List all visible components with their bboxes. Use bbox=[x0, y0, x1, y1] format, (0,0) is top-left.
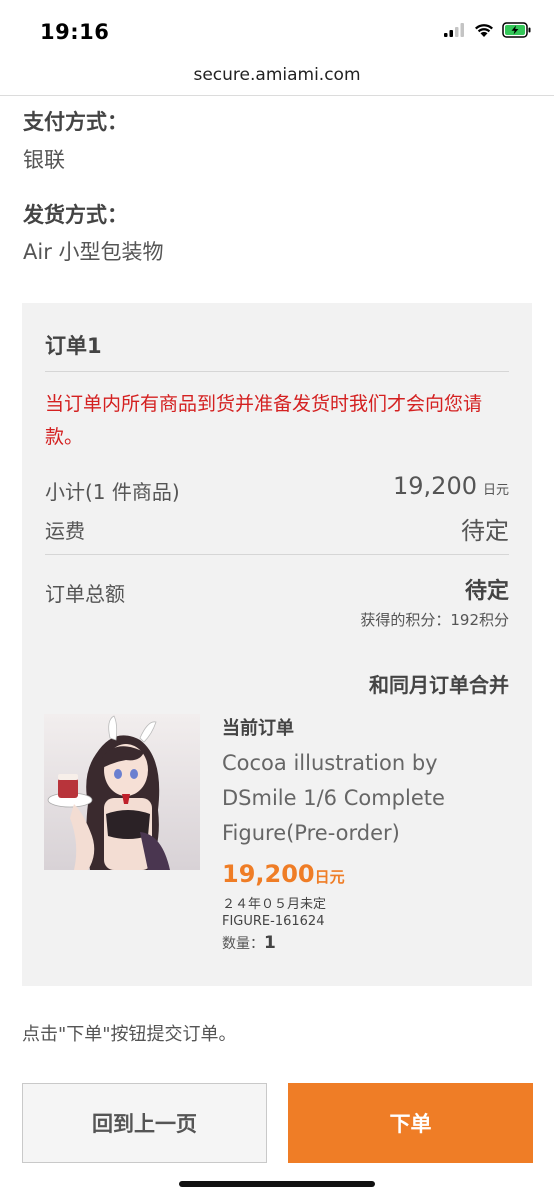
quantity: 数量：1 bbox=[222, 933, 276, 953]
order-summary-box: 订单1 当订单内所有商品到货并准备发货时我们才会向您请款。 小计(1 件商品) … bbox=[22, 303, 532, 986]
divider bbox=[45, 554, 509, 555]
order-total-value: 待定 bbox=[464, 579, 509, 604]
signal-icon bbox=[444, 23, 464, 37]
wifi-icon bbox=[475, 23, 493, 37]
merge-same-month-label: 和同月订单合并 bbox=[369, 673, 509, 697]
shipping-fee-value: 待定 bbox=[461, 517, 509, 545]
release-date: ２４年０５月未定 bbox=[222, 897, 327, 912]
address-bar[interactable]: secure.amiami.com bbox=[0, 60, 554, 96]
status-time: 19:16 bbox=[40, 20, 110, 44]
payment-method-value: 银联 bbox=[23, 148, 65, 172]
points-earned: 获得的积分：192积分 bbox=[360, 611, 509, 629]
home-indicator[interactable] bbox=[179, 1181, 375, 1187]
product-name-link[interactable]: Cocoa illustration by DSmile 1/6 Complet… bbox=[222, 746, 502, 851]
price-unit: 日元 bbox=[314, 868, 345, 886]
current-order-tag: 当前订单 bbox=[222, 718, 294, 739]
status-bar: 19:16 bbox=[0, 0, 554, 60]
quantity-value: 1 bbox=[264, 933, 276, 953]
payment-method-label: 支付方式： bbox=[23, 110, 128, 134]
quantity-label: 数量： bbox=[222, 936, 264, 952]
battery-charging-icon bbox=[502, 22, 531, 38]
subtotal-amount: 19,200 bbox=[393, 472, 477, 500]
subtotal-label: 小计(1 件商品) bbox=[45, 480, 180, 504]
product-image[interactable] bbox=[44, 714, 200, 870]
subtotal-unit: 日元 bbox=[482, 483, 509, 498]
place-order-button[interactable]: 下单 bbox=[288, 1083, 533, 1163]
status-icons bbox=[444, 22, 532, 38]
back-button[interactable]: 回到上一页 bbox=[22, 1083, 267, 1163]
product-price: 19,200日元 bbox=[222, 860, 345, 888]
order-total-label: 订单总额 bbox=[45, 582, 125, 606]
shipping-fee-label: 运费 bbox=[45, 519, 85, 543]
divider bbox=[45, 371, 509, 372]
submit-instruction: 点击"下单"按钮提交订单。 bbox=[22, 1024, 237, 1045]
shipping-method-value: Air 小型包装物 bbox=[23, 240, 164, 264]
subtotal-value: 19,200 日元 bbox=[393, 472, 509, 500]
url-text: secure.amiami.com bbox=[193, 65, 361, 85]
shipping-method-label: 发货方式： bbox=[23, 203, 128, 227]
figure-illustration bbox=[44, 714, 200, 870]
product-code: FIGURE-161624 bbox=[222, 914, 325, 929]
billing-notice: 当订单内所有商品到货并准备发货时我们才会向您请款。 bbox=[45, 393, 483, 448]
order-title: 订单1 bbox=[45, 334, 102, 358]
price-amount: 19,200 bbox=[222, 860, 315, 888]
